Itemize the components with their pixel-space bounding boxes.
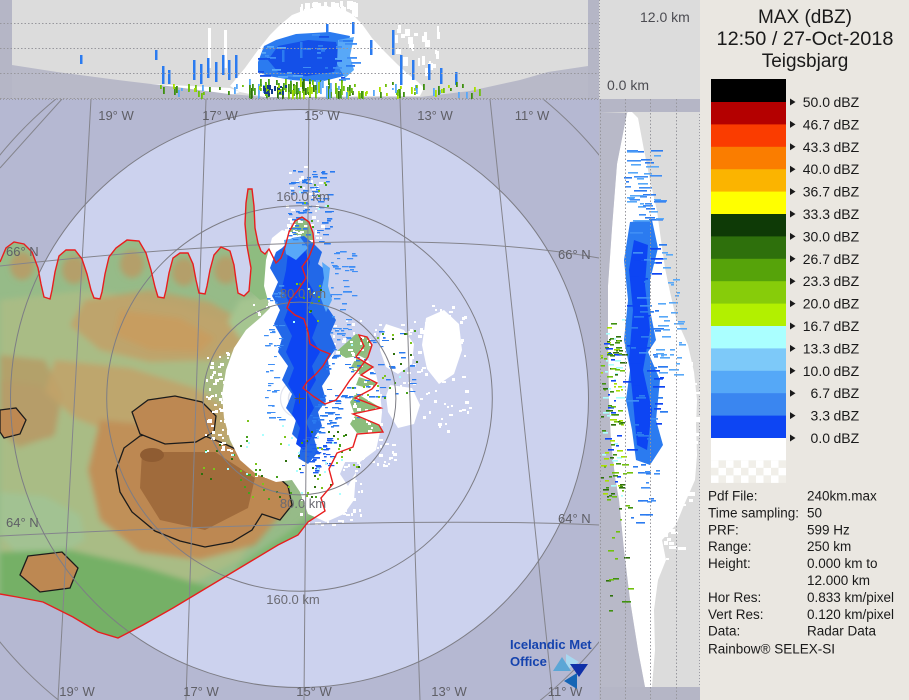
svg-text:0.0: 0.0	[811, 430, 831, 446]
svg-text:23.3: 23.3	[803, 273, 830, 289]
svg-text:17° W: 17° W	[183, 684, 219, 699]
svg-text:64° N: 64° N	[558, 511, 591, 526]
svg-text:66° N: 66° N	[6, 244, 39, 259]
svg-text:16.7: 16.7	[803, 318, 830, 334]
svg-text:MAX (dBZ): MAX (dBZ)	[758, 7, 852, 28]
svg-text:240km.max: 240km.max	[807, 489, 877, 504]
svg-text:50.0: 50.0	[803, 94, 830, 110]
svg-text:Radar Data: Radar Data	[807, 624, 877, 639]
svg-text:43.3: 43.3	[803, 139, 830, 155]
svg-text:dBZ: dBZ	[834, 206, 860, 222]
svg-text:dBZ: dBZ	[834, 340, 860, 356]
svg-text:dBZ: dBZ	[834, 296, 860, 312]
svg-text:15° W: 15° W	[304, 108, 340, 123]
svg-text:66° N: 66° N	[558, 247, 591, 262]
svg-text:dBZ: dBZ	[834, 251, 860, 267]
svg-text:dBZ: dBZ	[834, 318, 860, 334]
svg-text:0.000 km to: 0.000 km to	[807, 556, 878, 571]
svg-text:33.3: 33.3	[803, 206, 830, 222]
svg-text:12:50 / 27-Oct-2018: 12:50 / 27-Oct-2018	[717, 29, 894, 50]
svg-text:dBZ: dBZ	[834, 116, 860, 132]
svg-text:26.7: 26.7	[803, 251, 830, 267]
svg-text:Office: Office	[510, 654, 547, 669]
svg-text:Range:: Range:	[708, 539, 752, 554]
svg-text:11° W: 11° W	[515, 108, 550, 123]
svg-text:Teigsbjarg: Teigsbjarg	[762, 51, 849, 72]
svg-text:0.120 km/pixel: 0.120 km/pixel	[807, 607, 894, 622]
svg-text:dBZ: dBZ	[834, 184, 860, 200]
svg-text:19° W: 19° W	[59, 684, 95, 699]
svg-text:11° W: 11° W	[548, 684, 583, 699]
svg-text:10.0: 10.0	[803, 363, 830, 379]
svg-text:20.0: 20.0	[803, 296, 830, 312]
svg-text:12.0 km: 12.0 km	[640, 9, 690, 25]
svg-text:Rainbow® SELEX-SI: Rainbow® SELEX-SI	[708, 642, 835, 657]
svg-text:Vert Res:: Vert Res:	[708, 607, 764, 622]
svg-text:Icelandic Met: Icelandic Met	[510, 637, 592, 652]
svg-text:15° W: 15° W	[296, 684, 332, 699]
svg-text:13° W: 13° W	[417, 108, 453, 123]
svg-text:dBZ: dBZ	[834, 139, 860, 155]
svg-text:dBZ: dBZ	[834, 161, 860, 177]
svg-text:Data:: Data:	[708, 624, 740, 639]
svg-text:13.3: 13.3	[803, 340, 830, 356]
svg-text:dBZ: dBZ	[834, 363, 860, 379]
svg-text:19° W: 19° W	[98, 108, 134, 123]
svg-text:160.0 km: 160.0 km	[266, 592, 319, 607]
svg-text:17° W: 17° W	[202, 108, 238, 123]
svg-text:0.833 km/pixel: 0.833 km/pixel	[807, 590, 894, 605]
svg-text:Hor Res:: Hor Res:	[708, 590, 761, 605]
svg-text:36.7: 36.7	[803, 184, 830, 200]
svg-text:3.3: 3.3	[811, 408, 831, 424]
svg-text:Height:: Height:	[708, 556, 751, 571]
svg-text:13° W: 13° W	[431, 684, 467, 699]
svg-text:dBZ: dBZ	[834, 273, 860, 289]
svg-text:80.0 km: 80.0 km	[280, 496, 326, 511]
svg-text:Pdf File:: Pdf File:	[708, 489, 758, 504]
svg-text:46.7: 46.7	[803, 116, 830, 132]
svg-text:dBZ: dBZ	[834, 385, 860, 401]
svg-text:dBZ: dBZ	[834, 228, 860, 244]
svg-text:dBZ: dBZ	[834, 430, 860, 446]
svg-text:30.0: 30.0	[803, 228, 830, 244]
svg-text:dBZ: dBZ	[834, 408, 860, 424]
svg-text:160.0 km: 160.0 km	[276, 189, 329, 204]
svg-text:PRF:: PRF:	[708, 522, 739, 537]
svg-text:250 km: 250 km	[807, 539, 851, 554]
svg-text:40.0: 40.0	[803, 161, 830, 177]
svg-text:599 Hz: 599 Hz	[807, 522, 850, 537]
svg-text:50: 50	[807, 505, 822, 520]
svg-text:12.000 km: 12.000 km	[807, 573, 870, 588]
svg-text:dBZ: dBZ	[834, 94, 860, 110]
svg-text:Time sampling:: Time sampling:	[708, 505, 799, 520]
svg-text:64° N: 64° N	[6, 515, 39, 530]
svg-text:6.7: 6.7	[811, 385, 831, 401]
svg-text:0.0 km: 0.0 km	[607, 77, 649, 93]
svg-text:80.0 km: 80.0 km	[280, 286, 326, 301]
